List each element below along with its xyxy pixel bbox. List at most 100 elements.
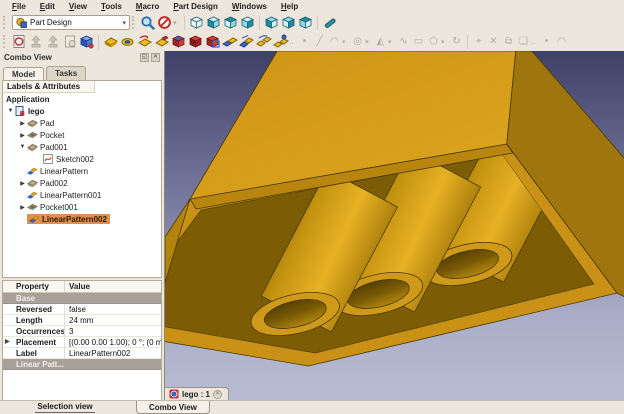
left-view-icon[interactable] [297, 14, 314, 31]
menu-part-design[interactable]: Part Design [167, 1, 223, 12]
tree-item-pocket001[interactable]: ▶ Pocket001 [3, 201, 161, 213]
tree-header: Labels & Attributes [3, 81, 95, 93]
tree-item-pad002[interactable]: ▶ Pad002 [3, 177, 161, 189]
property-row-reversed[interactable]: Reversed false [3, 304, 161, 315]
property-group-base[interactable]: Base [3, 293, 161, 304]
workbench-icon [16, 17, 27, 28]
menu-help[interactable]: Help [275, 1, 304, 12]
menu-view[interactable]: View [63, 1, 93, 12]
whats-this-icon[interactable] [10, 33, 27, 50]
expander-open-icon[interactable]: ▼ [6, 108, 15, 114]
axonometric-view-icon[interactable] [188, 14, 205, 31]
toolbar-grip[interactable] [3, 16, 7, 29]
pad-icon [27, 178, 38, 188]
groove-icon[interactable] [136, 33, 153, 50]
sketch-rectangle-icon: ▭ [411, 36, 426, 47]
property-group-linear-pattern[interactable]: Linear Patt... [3, 359, 161, 370]
freecad-document-icon [169, 389, 179, 399]
tab-tasks[interactable]: Tasks [46, 66, 86, 80]
revolution-icon[interactable] [119, 33, 136, 50]
document-tab[interactable]: lego : 1 ✕ [165, 387, 229, 400]
property-row-placement[interactable]: ▶Placement [(0.00 0.00 1.00); 0 °; (0 mm… [3, 337, 161, 348]
tree-item-pocket[interactable]: ▶ Pocket [3, 129, 161, 141]
tree-item-pad001[interactable]: ▼ Pad001 [3, 141, 161, 153]
subtractive-primitive-icon[interactable] [187, 33, 204, 50]
3d-scene[interactable] [165, 51, 624, 400]
tab-model[interactable]: Model [3, 67, 44, 81]
close-panel-button[interactable]: ✕ [151, 53, 160, 62]
bottom-view-icon[interactable] [280, 14, 297, 31]
linear-pattern-icon[interactable] [238, 33, 255, 50]
expander-closed-icon[interactable]: ▶ [5, 337, 10, 347]
polar-pattern-icon[interactable] [255, 33, 272, 50]
toolbar-separator [184, 16, 185, 30]
boolean-icon[interactable] [204, 33, 221, 50]
menu-tools[interactable]: Tools [95, 1, 128, 12]
workbench-label: Part Design [30, 18, 119, 27]
chevron-down-icon: ▾ [342, 38, 350, 46]
property-editor: Property Value Base Reversed false Lengt… [2, 280, 162, 414]
chevron-down-icon: ▾ [441, 38, 449, 46]
property-row-length[interactable]: Length 24 mm [3, 315, 161, 326]
print-preview-icon[interactable] [61, 33, 78, 50]
tree-item-pad[interactable]: ▶ Pad [3, 117, 161, 129]
rear-view-icon[interactable] [263, 14, 280, 31]
right-view-icon[interactable] [239, 14, 256, 31]
expander-closed-icon[interactable]: ▶ [18, 204, 27, 211]
expander-open-icon[interactable]: ▼ [18, 144, 27, 150]
property-column-header[interactable]: Property [3, 281, 65, 292]
value-column-header[interactable]: Value [65, 281, 161, 292]
measure-icon[interactable] [321, 14, 338, 31]
top-view-icon[interactable] [222, 14, 239, 31]
sketch-delete-icon: ✕ [486, 36, 501, 47]
menu-bar: File Edit View Tools Macro Part Design W… [0, 0, 624, 13]
additive-primitive-icon[interactable] [170, 33, 187, 50]
sketch-point-icon: • [297, 36, 312, 47]
toolbar-overflow-dots[interactable]: ‥ [289, 38, 297, 46]
selection-view-tab[interactable]: Selection view [0, 401, 130, 414]
export-alt-icon[interactable] [44, 33, 61, 50]
fit-all-icon[interactable] [139, 14, 156, 31]
navigation-toolbar: Part Design ▾ ▾ [0, 13, 624, 32]
export-icon[interactable] [27, 33, 44, 50]
combo-view-tab[interactable]: Combo View [136, 401, 210, 414]
sketch-icon [43, 154, 54, 164]
sketch-endarc-icon: ◠ [554, 36, 569, 47]
tree-item-linearpattern002[interactable]: LinearPattern002 [3, 213, 161, 225]
chevron-down-icon[interactable]: ▾ [173, 19, 181, 27]
pad-icon [27, 118, 38, 128]
expander-closed-icon[interactable]: ▶ [18, 180, 27, 187]
property-row-label[interactable]: Label LinearPattern002 [3, 348, 161, 359]
property-row-occurrences[interactable]: Occurrences 3 [3, 326, 161, 337]
carbon-copy-icon: ⧉ [501, 36, 516, 47]
workbench-selector[interactable]: Part Design ▾ [12, 15, 130, 30]
pad-icon[interactable] [102, 33, 119, 50]
mirrored-icon[interactable] [221, 33, 238, 50]
float-panel-button[interactable]: ◱ [140, 53, 149, 62]
multitransform-icon[interactable] [272, 33, 289, 50]
tree-root[interactable]: Application [3, 93, 161, 105]
expander-closed-icon[interactable]: ▶ [18, 132, 27, 139]
linear-pattern-icon [27, 190, 38, 200]
tree-item-lego[interactable]: ▼ lego [3, 105, 161, 117]
draft-icon[interactable] [153, 33, 170, 50]
expander-closed-icon[interactable]: ▶ [18, 120, 27, 127]
tree-item-sketch002[interactable]: Sketch002 [3, 153, 161, 165]
menu-edit[interactable]: Edit [34, 1, 61, 12]
menu-macro[interactable]: Macro [130, 1, 166, 12]
toolbar-grip[interactable] [132, 16, 136, 29]
create-body-icon[interactable] [78, 33, 95, 50]
toolbar-grip[interactable] [3, 35, 7, 48]
front-view-icon[interactable] [205, 14, 222, 31]
property-header: Property Value [3, 281, 161, 293]
tree-item-linearpattern001[interactable]: LinearPattern001 [3, 189, 161, 201]
sketch-circle-icon: ◎ [350, 36, 365, 47]
3d-viewport[interactable]: lego : 1 ✕ [164, 51, 624, 400]
combo-view-panel: Combo View ◱ ✕ Model Tasks Labels & Attr… [0, 51, 164, 400]
menu-file[interactable]: File [6, 1, 32, 12]
tree-item-linearpattern[interactable]: LinearPattern [3, 165, 161, 177]
close-document-icon[interactable]: ✕ [213, 390, 222, 399]
menu-windows[interactable]: Windows [226, 1, 273, 12]
draw-style-icon[interactable] [156, 14, 173, 31]
sketch-point2-icon: • [539, 36, 554, 47]
